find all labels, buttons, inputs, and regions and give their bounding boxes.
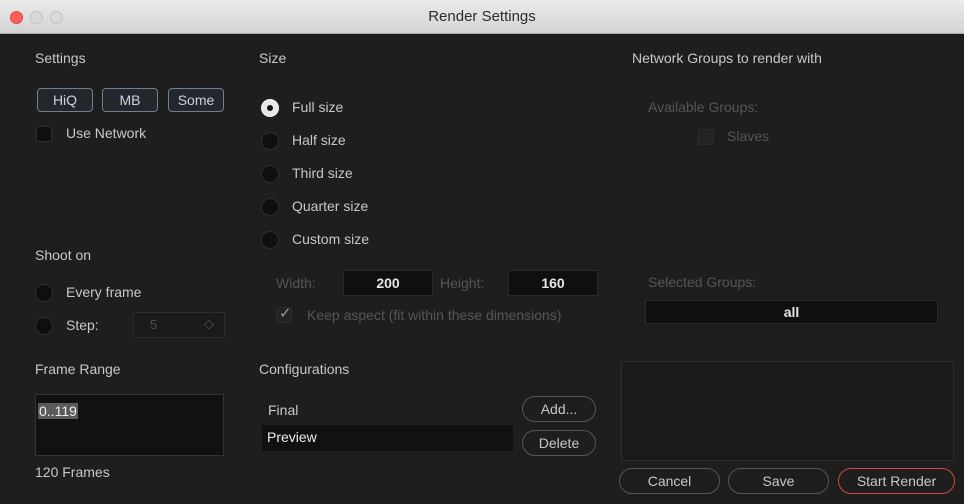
render-output-area (621, 361, 954, 461)
every-frame-radio[interactable] (35, 284, 53, 302)
stepper-arrows-icon: ◇ (204, 316, 214, 331)
some-toggle[interactable]: Some (168, 88, 224, 112)
hiq-toggle[interactable]: HiQ (37, 88, 93, 112)
step-value: 5 (150, 317, 158, 332)
title-bar: Render Settings (0, 0, 964, 34)
config-item-final[interactable]: Final (268, 402, 298, 418)
third-size-label: Third size (292, 165, 353, 181)
start-render-button[interactable]: Start Render (838, 468, 955, 494)
selected-groups-label: Selected Groups: (648, 274, 757, 290)
frames-summary: 120 Frames (35, 464, 110, 480)
frame-range-value: 0..119 (38, 403, 78, 419)
cancel-button[interactable]: Cancel (619, 468, 720, 494)
frame-range-heading: Frame Range (35, 361, 121, 377)
configurations-heading: Configurations (259, 361, 350, 377)
third-size-radio[interactable] (261, 165, 279, 183)
slaves-label: Slaves (727, 128, 770, 144)
size-heading: Size (259, 50, 287, 66)
frame-range-input[interactable]: 0..119 (35, 394, 224, 456)
step-radio[interactable] (35, 317, 53, 335)
full-size-radio[interactable] (261, 99, 279, 117)
width-input[interactable]: 200 (343, 270, 433, 296)
custom-size-radio[interactable] (261, 231, 279, 249)
quarter-size-radio[interactable] (261, 198, 279, 216)
save-button[interactable]: Save (728, 468, 829, 494)
config-item-preview-row[interactable]: Preview (262, 425, 513, 451)
half-size-radio[interactable] (261, 132, 279, 150)
selected-groups-field[interactable]: all (645, 300, 938, 324)
half-size-label: Half size (292, 132, 346, 148)
mb-toggle[interactable]: MB (102, 88, 158, 112)
checkmark-icon: ✓ (279, 305, 292, 322)
custom-size-label: Custom size (292, 231, 370, 247)
config-item-preview: Preview (267, 429, 317, 445)
full-size-label: Full size (292, 99, 344, 115)
slaves-checkbox[interactable] (698, 129, 714, 145)
width-label: Width: (276, 275, 316, 291)
render-settings-panel: Settings HiQ MB Some Use Network Shoot o… (0, 34, 964, 504)
height-label: Height: (440, 275, 485, 291)
add-config-button[interactable]: Add... (522, 396, 596, 422)
quarter-size-label: Quarter size (292, 198, 369, 214)
step-stepper[interactable]: 5 ◇ (133, 312, 225, 338)
network-groups-heading: Network Groups to render with (632, 50, 822, 66)
keep-aspect-label: Keep aspect (fit within these dimensions… (307, 307, 562, 323)
shoot-on-heading: Shoot on (35, 247, 92, 263)
step-label: Step: (66, 317, 99, 333)
settings-heading: Settings (35, 50, 86, 66)
use-network-label: Use Network (66, 125, 147, 141)
height-input[interactable]: 160 (508, 270, 598, 296)
window-title: Render Settings (428, 8, 536, 25)
available-groups-label: Available Groups: (648, 99, 759, 115)
delete-config-button[interactable]: Delete (522, 430, 596, 456)
every-frame-label: Every frame (66, 284, 142, 300)
use-network-checkbox[interactable] (36, 126, 52, 142)
